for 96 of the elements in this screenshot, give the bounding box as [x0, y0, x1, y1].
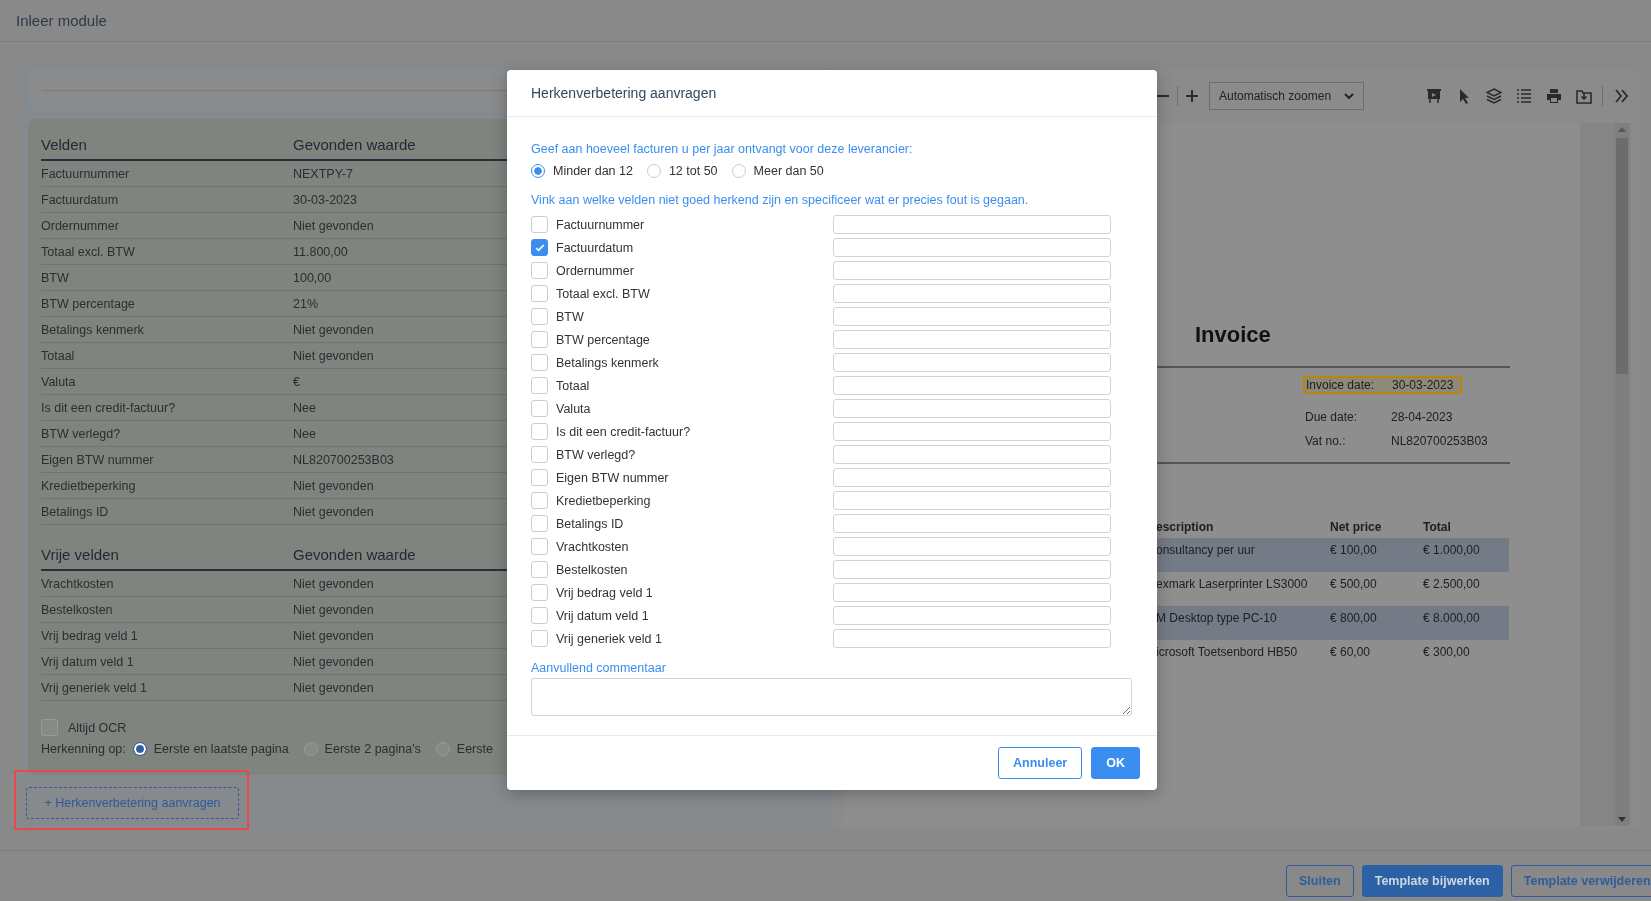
- document-column-header: Total: [1423, 520, 1452, 534]
- field-name: Vrachtkosten: [41, 576, 115, 591]
- checkbox-label: Ordernummer: [556, 263, 635, 278]
- comment-label: Aanvullend commentaar: [531, 660, 667, 676]
- checkbox-label: BTW verlegd?: [556, 447, 637, 462]
- field-value: Niet gevonden: [293, 576, 374, 591]
- document-value: 30-03-2023: [1392, 378, 1454, 392]
- column-header: Gevonden waarde: [293, 545, 416, 563]
- column-header: Velden: [41, 135, 88, 153]
- page-title: Inleer module: [16, 12, 107, 29]
- field-value: Niet gevonden: [293, 680, 374, 695]
- document-label: Invoice date:: [1306, 378, 1376, 392]
- document-cell-text: € 2.500,00: [1423, 577, 1481, 593]
- checkbox-label: Valuta: [556, 401, 592, 416]
- field-value: Nee: [293, 400, 316, 415]
- checkbox-label: BTW percentage: [556, 332, 651, 347]
- checkbox-label: BTW: [556, 309, 585, 324]
- field-value: Niet gevonden: [293, 504, 374, 519]
- document-value: 28-04-2023: [1391, 410, 1453, 424]
- radio-label: 12 tot 50: [668, 164, 718, 178]
- checkbox-label: Factuurnummer: [556, 217, 646, 232]
- document-cell-text: exmark Laserprinter LS3000: [1156, 577, 1309, 593]
- document-label: Vat no.:: [1305, 434, 1347, 448]
- document-cell-text: € 100,00: [1330, 543, 1378, 559]
- radio-label: Meer dan 50: [753, 164, 824, 178]
- checkbox-label: Vrij bedrag veld 1: [556, 585, 654, 600]
- document-label: Due date:: [1305, 410, 1359, 424]
- checkbox-label: Factuurdatum: [556, 240, 635, 255]
- document-cell-text: € 800,00: [1330, 611, 1378, 627]
- field-name: BTW: [41, 270, 70, 285]
- field-name: Valuta: [41, 374, 77, 389]
- field-value: Niet gevonden: [293, 478, 374, 493]
- field-value: Niet gevonden: [293, 218, 374, 233]
- instruction-text: Vink aan welke velden niet goed herkend zijn en specificeer wat er precies fout is gegaan.: [531, 192, 1030, 208]
- field-value: 11.800,00: [293, 244, 348, 259]
- column-header: Gevonden waarde: [293, 135, 416, 153]
- field-value: 30-03-2023: [293, 192, 357, 207]
- field-name: Vrij datum veld 1: [41, 654, 135, 669]
- checkbox-label: Vrij generiek veld 1: [556, 631, 663, 646]
- field-name: Ordernummer: [41, 218, 120, 233]
- field-value: Niet gevonden: [293, 602, 374, 617]
- field-value: NL820700253B03: [293, 452, 394, 467]
- field-name: Totaal: [41, 348, 76, 363]
- checkbox-label: Kredietbeperking: [556, 493, 652, 508]
- document-value: NL820700253B03: [1391, 434, 1488, 448]
- field-name: Vrij bedrag veld 1: [41, 628, 139, 643]
- document-column-header: escription: [1156, 520, 1215, 534]
- question-text: Geef aan hoeveel facturen u per jaar ontvangt voor deze leverancier:: [531, 141, 914, 157]
- radio-label: Eerste: [456, 742, 493, 756]
- checkbox-label: Betalings kenmerk: [556, 355, 660, 370]
- document-cell-text: € 500,00: [1330, 577, 1378, 593]
- checkbox-label: Eigen BTW nummer: [556, 470, 670, 485]
- dialog-title: Herkenverbetering aanvragen: [531, 85, 717, 101]
- checkbox-label: Totaal: [556, 378, 591, 393]
- field-name: Vrij generiek veld 1: [41, 680, 148, 695]
- checkbox-label: Is dit een credit-factuur?: [556, 424, 692, 439]
- option-label: Herkenning op:: [41, 742, 126, 756]
- field-value: Niet gevonden: [293, 348, 374, 363]
- checkbox-label: Vrachtkosten: [556, 539, 630, 554]
- field-value: Niet gevonden: [293, 628, 374, 643]
- field-value: 21%: [293, 296, 319, 311]
- field-value: Niet gevonden: [293, 654, 374, 669]
- document-cell-text: € 60,00: [1330, 645, 1372, 661]
- field-value: 100,00: [293, 270, 332, 285]
- document-cell-text: € 300,00: [1423, 645, 1471, 661]
- field-value: NEXTPY-7: [293, 166, 353, 181]
- radio-label: Minder dan 12: [553, 164, 633, 178]
- field-value: €: [293, 374, 300, 389]
- document-cell-text: icrosoft Toetsenbord HB50: [1156, 645, 1299, 661]
- radio-label: Eerste en laatste pagina: [153, 742, 289, 756]
- document-column-header: Net price: [1330, 520, 1383, 534]
- field-name: Totaal excl. BTW: [41, 244, 136, 259]
- field-name: BTW verlegd?: [41, 426, 122, 441]
- document-cell-text: € 8.000,00: [1423, 611, 1481, 627]
- field-name: BTW percentage: [41, 296, 136, 311]
- checkbox-label: Betalings ID: [556, 516, 625, 531]
- checkbox-label: Altijd OCR: [68, 720, 127, 735]
- field-value: Nee: [293, 426, 316, 441]
- document-cell-text: onsultancy per uur: [1156, 543, 1256, 559]
- field-name: Is dit een credit-factuur?: [41, 400, 177, 415]
- column-header: Vrije velden: [41, 545, 120, 563]
- checkbox-label: Totaal excl. BTW: [556, 286, 651, 301]
- field-name: Bestelkosten: [41, 602, 114, 617]
- field-name: Betalings kenmerk: [41, 322, 145, 337]
- field-name: Eigen BTW nummer: [41, 452, 155, 467]
- field-name: Betalings ID: [41, 504, 110, 519]
- field-value: Niet gevonden: [293, 322, 374, 337]
- field-name: Factuurdatum: [41, 192, 120, 207]
- document-title: Invoice: [1194, 321, 1272, 348]
- checkbox-label: Vrij datum veld 1: [556, 608, 650, 623]
- field-name: Factuurnummer: [41, 166, 131, 181]
- document-cell-text: M Desktop type PC-10: [1156, 611, 1278, 627]
- checkbox-label: Bestelkosten: [556, 562, 629, 577]
- document-cell-text: € 1.000,00: [1423, 543, 1481, 559]
- field-name: Kredietbeperking: [41, 478, 137, 493]
- radio-label: Eerste 2 pagina's: [324, 742, 421, 756]
